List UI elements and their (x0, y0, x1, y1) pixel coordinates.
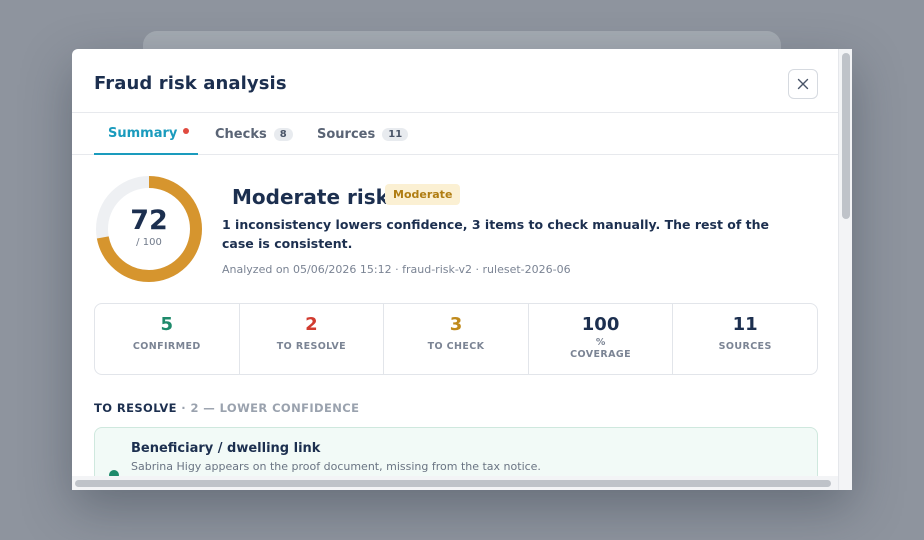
tab-checks[interactable]: Checks 8 (215, 113, 293, 155)
score-value: 72 (130, 205, 168, 236)
tab-bar: Summary Checks 8 Sources 11 (72, 113, 838, 155)
vertical-scrollbar[interactable] (838, 49, 852, 490)
risk-description: 1 inconsistency lowers confidence, 3 ite… (222, 217, 770, 251)
stat-to-check: 3 TO CHECK (384, 304, 529, 374)
stat-to-check-value: 3 (449, 314, 463, 335)
fraud-risk-modal: Fraud risk analysis Summary Checks 8 Sou… (72, 49, 852, 490)
finding-title: Beneficiary / dwelling link (131, 441, 321, 456)
risk-level-badge: Moderate (385, 184, 461, 205)
score-max: / 100 (136, 237, 162, 248)
close-icon (797, 78, 809, 90)
modal-title: Fraud risk analysis (94, 73, 287, 94)
analysis-meta: Analyzed on 05/06/2026 15:12 · fraud-ris… (222, 263, 571, 276)
stat-confirmed: 5 CONFIRMED (95, 304, 240, 374)
section-title: TO RESOLVE (94, 401, 177, 415)
tab-sources-count: 11 (382, 127, 409, 141)
stat-to-resolve-label: TO RESOLVE (276, 341, 346, 352)
tab-summary[interactable]: Summary (94, 113, 198, 155)
alert-dot-icon (183, 128, 190, 134)
tab-checks-label: Checks (215, 126, 267, 142)
stat-coverage: 100 % COVERAGE (529, 304, 674, 374)
stat-sources-value: 11 (732, 314, 758, 335)
tab-sources[interactable]: Sources 11 (317, 113, 409, 155)
tab-summary-label: Summary (108, 125, 178, 141)
stat-to-check-label: TO CHECK (427, 341, 485, 352)
risk-title: Moderate risk (232, 185, 389, 209)
stat-coverage-label: COVERAGE (570, 349, 631, 360)
stat-coverage-value: 100 (581, 314, 620, 335)
stat-confirmed-value: 5 (160, 314, 174, 335)
finding-description: Sabrina Higy appears on the proof docume… (131, 460, 541, 473)
stat-confirmed-label: CONFIRMED (132, 341, 201, 352)
modal-header: Fraud risk analysis (72, 49, 838, 113)
stat-sources-label: SOURCES (718, 341, 772, 352)
tab-checks-count: 8 (273, 127, 293, 141)
stat-coverage-unit: % (595, 337, 606, 348)
stats-panel: 5 CONFIRMED 2 TO RESOLVE 3 TO CHECK 100 … (94, 303, 818, 375)
close-button[interactable] (788, 69, 818, 99)
tab-sources-label: Sources (317, 126, 376, 142)
section-heading: TO RESOLVE · 2 — LOWER CONFIDENCE (94, 401, 359, 415)
stat-to-resolve: 2 TO RESOLVE (240, 304, 385, 374)
vertical-scroll-thumb[interactable] (842, 53, 850, 219)
horizontal-scrollbar[interactable] (72, 476, 838, 490)
horizontal-scroll-thumb[interactable] (75, 480, 831, 487)
stat-sources: 11 SOURCES (673, 304, 817, 374)
section-subtitle: · 2 — LOWER CONFIDENCE (176, 401, 360, 415)
stat-to-resolve-value: 2 (305, 314, 318, 335)
